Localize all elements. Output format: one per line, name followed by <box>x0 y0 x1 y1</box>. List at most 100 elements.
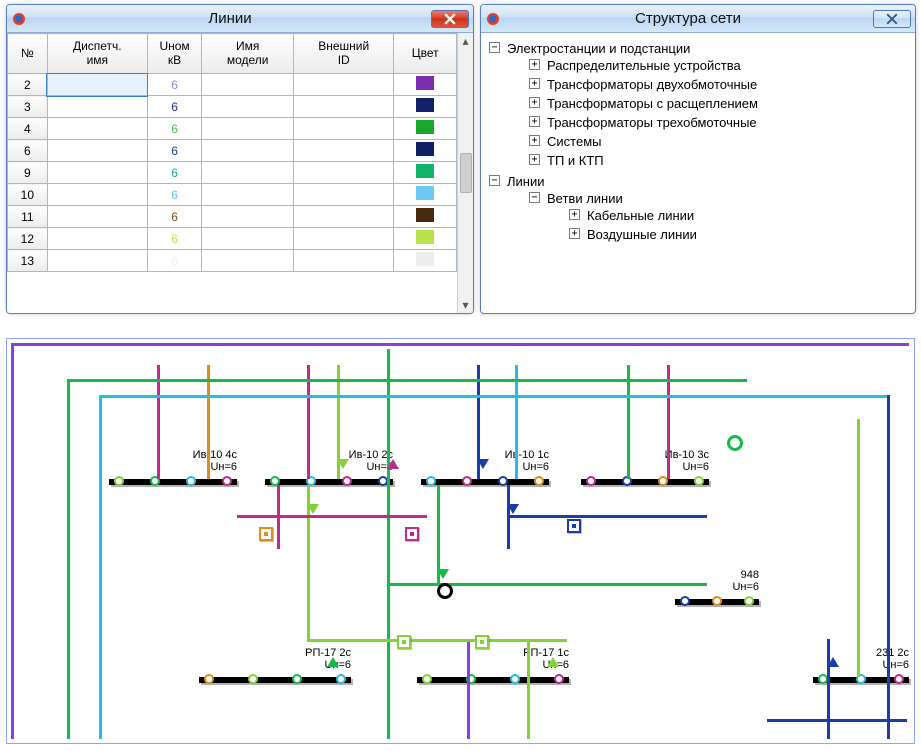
cell-unom[interactable]: 6 <box>147 96 201 118</box>
tree-node[interactable]: + Системы <box>529 132 907 151</box>
bus-node[interactable] <box>510 674 520 684</box>
cell-color[interactable] <box>394 228 457 250</box>
tree-node[interactable]: +Распределительные устройства <box>529 56 907 75</box>
tree-node[interactable]: −Электростанции и подстанции+Распределит… <box>489 39 907 172</box>
cell-unom[interactable]: 6 <box>147 184 201 206</box>
tree-label[interactable]: Линии <box>507 174 545 189</box>
ring-node[interactable] <box>727 435 743 451</box>
collapse-icon[interactable]: − <box>489 175 500 186</box>
expand-icon[interactable]: + <box>529 116 540 127</box>
cell-ext[interactable] <box>294 140 394 162</box>
expand-icon[interactable]: + <box>529 135 540 146</box>
collapse-icon[interactable]: − <box>489 42 500 53</box>
lines-titlebar[interactable]: Линии <box>7 5 473 33</box>
switch-icon[interactable] <box>259 527 273 541</box>
feeder[interactable] <box>67 379 70 739</box>
feeder[interactable] <box>157 365 160 479</box>
cell-no[interactable]: 13 <box>8 250 48 272</box>
cell-color[interactable] <box>394 140 457 162</box>
bus-node[interactable] <box>586 476 596 486</box>
expand-icon[interactable]: + <box>529 97 540 108</box>
cell-ext[interactable] <box>294 74 394 96</box>
cell-no[interactable]: 11 <box>8 206 48 228</box>
tree-node[interactable]: + Кабельные линии <box>569 206 907 225</box>
cell-ext[interactable] <box>294 162 394 184</box>
cell-model[interactable] <box>202 96 294 118</box>
bus-node[interactable] <box>342 476 352 486</box>
scroll-up-icon[interactable]: ▴ <box>460 35 472 47</box>
col-disp[interactable]: Диспетч. имя <box>47 34 147 74</box>
table-row[interactable]: 136 <box>8 250 457 272</box>
cell-model[interactable] <box>202 228 294 250</box>
feeder[interactable] <box>667 365 670 479</box>
feeder[interactable] <box>627 365 630 479</box>
bus-node[interactable] <box>248 674 258 684</box>
cell-disp[interactable] <box>47 162 147 184</box>
cell-disp[interactable] <box>47 250 147 272</box>
table-row[interactable]: 66 <box>8 140 457 162</box>
cell-no[interactable]: 12 <box>8 228 48 250</box>
busbar[interactable] <box>199 677 351 683</box>
close-button[interactable] <box>873 10 911 28</box>
table-row[interactable]: 36 <box>8 96 457 118</box>
cell-model[interactable] <box>202 118 294 140</box>
feeder[interactable] <box>387 349 390 739</box>
tree-label[interactable]: Электростанции и подстанции <box>507 41 690 56</box>
bus-node[interactable] <box>114 476 124 486</box>
expand-icon[interactable]: + <box>529 78 540 89</box>
bus-node[interactable] <box>336 674 346 684</box>
table-row[interactable]: 26 <box>8 74 457 96</box>
cell-ext[interactable] <box>294 96 394 118</box>
tree-node[interactable]: + Трансформаторы двухобмоточные <box>529 75 907 94</box>
tree-label[interactable]: Трансформаторы двухобмоточные <box>547 77 757 92</box>
cell-color[interactable] <box>394 206 457 228</box>
cell-unom[interactable]: 6 <box>147 118 201 140</box>
tree-label[interactable]: Кабельные линии <box>587 208 694 223</box>
connector[interactable] <box>767 719 907 722</box>
cell-ext[interactable] <box>294 184 394 206</box>
cell-no[interactable]: 4 <box>8 118 48 140</box>
collapse-icon[interactable]: − <box>529 192 540 203</box>
cell-disp[interactable] <box>47 184 147 206</box>
cell-no[interactable]: 10 <box>8 184 48 206</box>
busbar[interactable] <box>109 479 237 485</box>
col-color[interactable]: Цвет <box>394 34 457 74</box>
table-row[interactable]: 46 <box>8 118 457 140</box>
scroll-thumb[interactable] <box>460 153 472 193</box>
cell-color[interactable] <box>394 96 457 118</box>
bus-node[interactable] <box>462 476 472 486</box>
cell-ext[interactable] <box>294 206 394 228</box>
feeder[interactable] <box>515 365 518 479</box>
bus-node[interactable] <box>554 674 564 684</box>
cell-model[interactable] <box>202 206 294 228</box>
busbar[interactable] <box>581 479 709 485</box>
bus-node[interactable] <box>222 476 232 486</box>
col-unom[interactable]: Uном кВ <box>147 34 201 74</box>
connector[interactable] <box>99 395 887 398</box>
connector[interactable] <box>307 639 567 642</box>
feeder[interactable] <box>467 639 470 739</box>
tree-label[interactable]: Трансформаторы трехобмоточные <box>547 115 757 130</box>
feeder[interactable] <box>827 639 830 739</box>
switch-icon[interactable] <box>475 635 489 649</box>
bus-node[interactable] <box>426 476 436 486</box>
tree-label[interactable]: ТП и КТП <box>547 153 604 168</box>
scrollbar[interactable]: ▴ ▾ <box>457 33 473 313</box>
tree-node[interactable]: −Ветви линии+Кабельные линии+Воздушные л… <box>529 189 907 246</box>
table-row[interactable]: 12 6 <box>8 228 457 250</box>
cell-unom[interactable]: 6 <box>147 162 201 184</box>
tree-label[interactable]: Системы <box>547 134 601 149</box>
cell-unom[interactable]: 6 <box>147 228 201 250</box>
expand-icon[interactable]: + <box>569 209 580 220</box>
bus-node[interactable] <box>680 596 690 606</box>
col-no[interactable]: № <box>8 34 48 74</box>
cell-disp[interactable] <box>47 96 147 118</box>
cell-no[interactable]: 3 <box>8 96 48 118</box>
tree-node[interactable]: + Трансформаторы трехобмоточные <box>529 113 907 132</box>
cell-disp[interactable] <box>47 118 147 140</box>
bus-node[interactable] <box>694 476 704 486</box>
bus-node[interactable] <box>186 476 196 486</box>
feeder[interactable] <box>857 419 860 677</box>
tree-node[interactable]: +Трансформаторы с расщеплением <box>529 94 907 113</box>
bus-node[interactable] <box>534 476 544 486</box>
